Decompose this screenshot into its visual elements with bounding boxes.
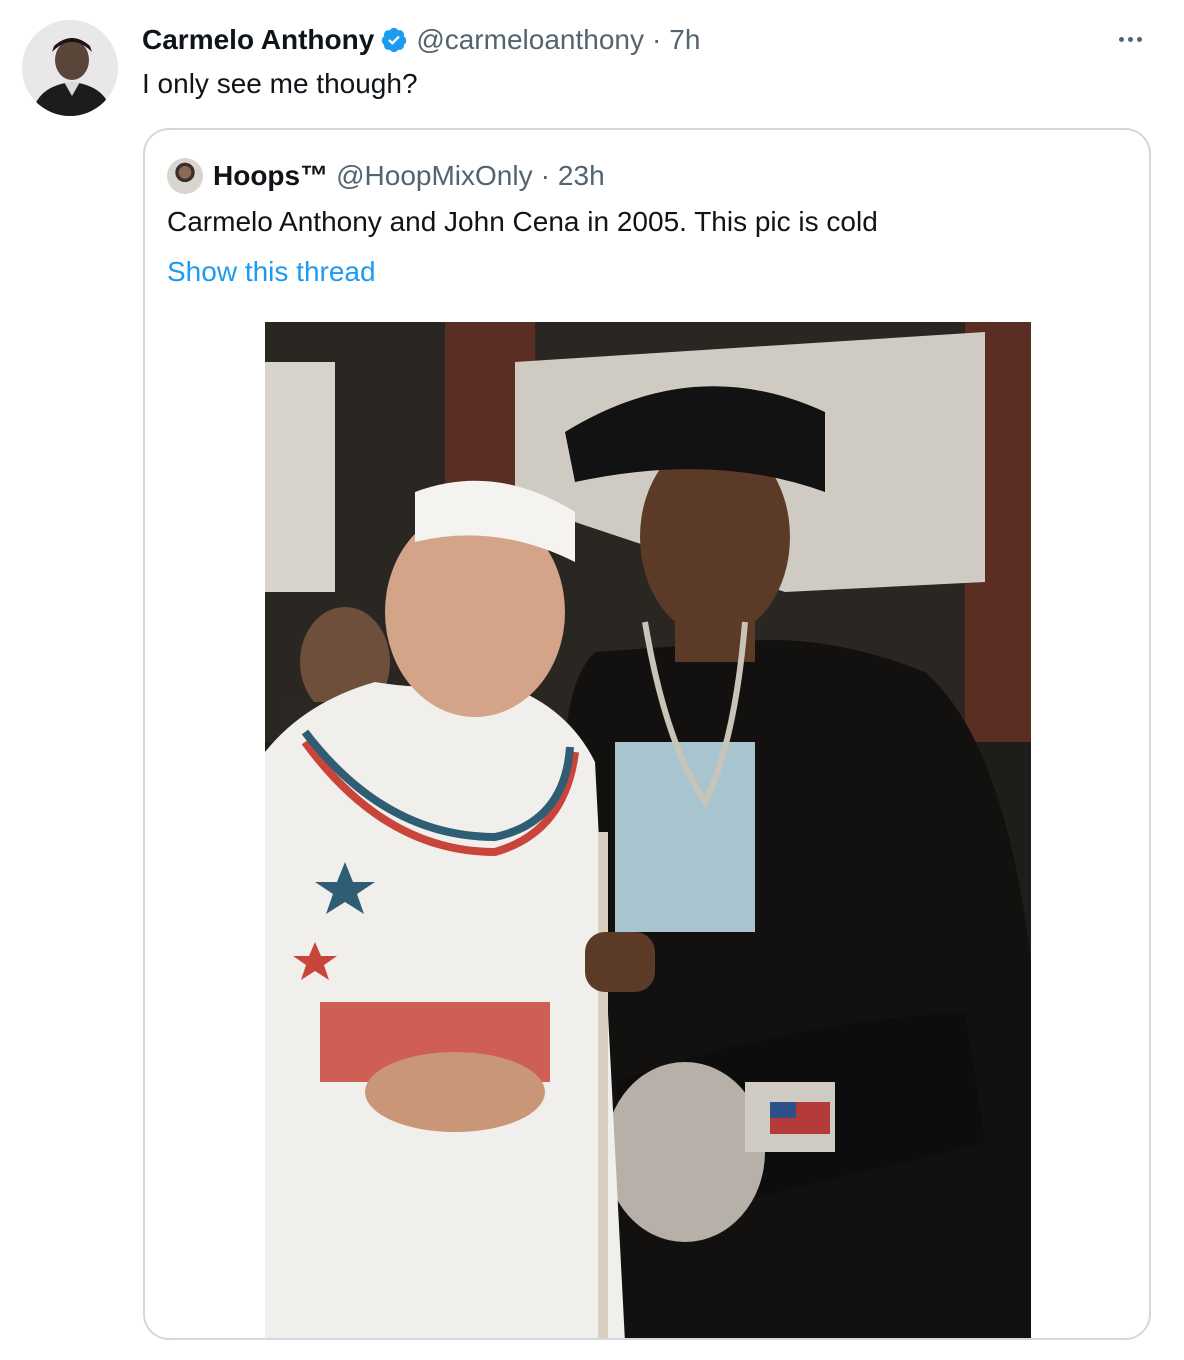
quoted-tweet-text: Carmelo Anthony and John Cena in 2005. T… bbox=[167, 206, 878, 237]
author-name[interactable]: Carmelo Anthony bbox=[142, 24, 374, 56]
tweet-header: Carmelo Anthony @carmeloanthony · 7h bbox=[142, 22, 700, 58]
author-handle[interactable]: @carmeloanthony bbox=[416, 24, 644, 56]
quoted-tweet-timestamp: 23h bbox=[557, 160, 605, 191]
quoted-tweet-header: Hoops™ @HoopMixOnly · 23h bbox=[167, 158, 605, 194]
quoted-author-name: Hoops™ bbox=[213, 160, 329, 191]
quoted-author-avatar bbox=[167, 158, 203, 194]
verified-badge-icon bbox=[380, 26, 408, 54]
separator-dot: · bbox=[651, 24, 662, 55]
quoted-separator-dot: · bbox=[540, 160, 550, 191]
show-thread-link[interactable]: Show this thread bbox=[167, 256, 376, 288]
avatar-photo bbox=[22, 20, 118, 116]
quoted-author-handle: @HoopMixOnly bbox=[336, 160, 533, 191]
tweet-timestamp[interactable]: 7h bbox=[669, 24, 700, 56]
tweet-text: I only see me though? bbox=[142, 68, 418, 99]
quoted-tweet[interactable]: Hoops™ @HoopMixOnly · 23h Carmelo Anthon… bbox=[143, 128, 1151, 1340]
photo-illustration bbox=[265, 322, 1031, 1338]
author-avatar[interactable] bbox=[22, 20, 118, 116]
quoted-tweet-photo[interactable] bbox=[265, 322, 1031, 1338]
tweet[interactable]: Carmelo Anthony @carmeloanthony · 7h I o… bbox=[0, 0, 1184, 1360]
more-options-icon[interactable] bbox=[1110, 24, 1150, 54]
